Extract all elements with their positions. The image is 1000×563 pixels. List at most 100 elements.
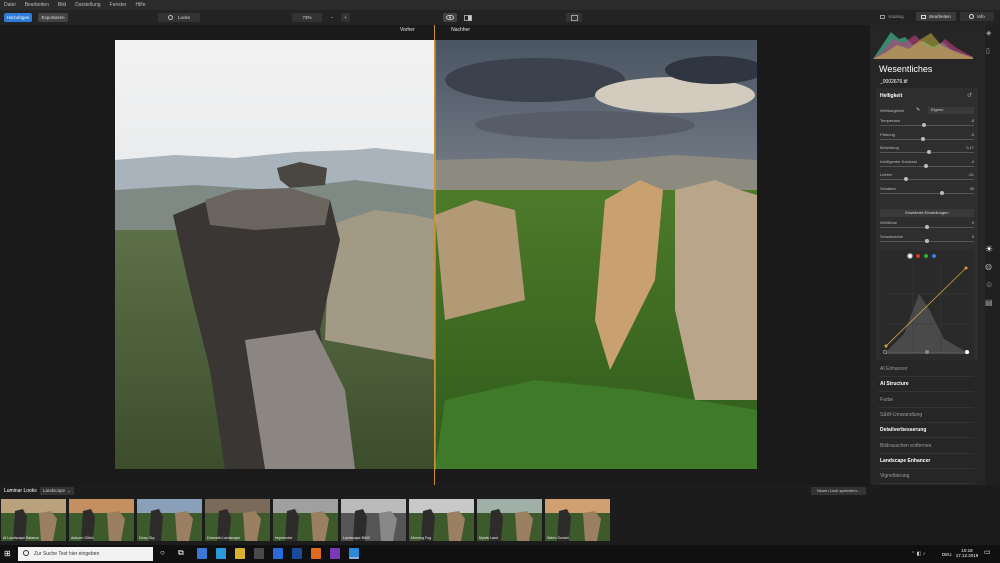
slider-knob[interactable]: [925, 225, 929, 229]
edge-icon[interactable]: [216, 548, 226, 559]
tone-curve[interactable]: [880, 250, 974, 360]
look-thumbnail[interactable]: Autumn Glitch: [69, 499, 134, 541]
tab-info[interactable]: Info: [960, 12, 994, 21]
look-name: AI Landscape Balance: [3, 536, 39, 540]
clock[interactable]: 10:18 17.12.2019: [955, 548, 979, 558]
section-title[interactable]: Helligkeit: [880, 93, 902, 99]
windows-start-icon[interactable]: ⊞: [4, 549, 11, 558]
look-thumbnail[interactable]: Impressive: [273, 499, 338, 541]
explorer-icon[interactable]: [235, 548, 245, 559]
curve-channel-dot[interactable]: [932, 254, 936, 258]
compare-split-icon[interactable]: [461, 13, 475, 22]
curve-mid-point[interactable]: [925, 350, 929, 354]
menu-bild[interactable]: Bild: [58, 2, 66, 8]
filter-divider: [878, 437, 974, 439]
outlook-icon[interactable]: [292, 548, 302, 559]
curve-channel-dot[interactable]: [924, 254, 928, 258]
mail-icon[interactable]: [273, 548, 283, 559]
look-thumbnail[interactable]: Deep Sky: [137, 499, 202, 541]
canvas-icon[interactable]: ▯: [986, 47, 990, 55]
photo-canvas[interactable]: [115, 40, 757, 469]
look-thumbnail[interactable]: Mystic Land: [477, 499, 542, 541]
slider-track[interactable]: [880, 138, 974, 140]
slider-knob[interactable]: [926, 150, 931, 154]
cortana-icon[interactable]: ○: [160, 548, 165, 557]
slider-färbung[interactable]: Färbung -9: [880, 132, 974, 143]
slider-track[interactable]: [880, 179, 974, 180]
slider-wei-töne[interactable]: Weißtöne 0: [880, 220, 974, 231]
menu-fenster[interactable]: Fenster: [110, 2, 127, 8]
slider-schwarztöne[interactable]: Schwarztöne 0: [880, 234, 974, 245]
eye-icon[interactable]: [443, 13, 457, 22]
look-preview: [205, 499, 270, 541]
filter-s-w-umwandlung[interactable]: S&W-Umwandlung: [880, 412, 922, 418]
slider-track[interactable]: [880, 125, 974, 126]
portrait-icon[interactable]: ☺: [985, 280, 993, 289]
luminar-icon[interactable]: [349, 548, 359, 559]
look-thumbnail[interactable]: Dramatic Landscape: [205, 499, 270, 541]
slider-knob[interactable]: [904, 177, 909, 181]
menu-hilfe[interactable]: Hilfe: [135, 2, 145, 8]
filter-bildrauschen-entfernen[interactable]: Bildrauschen entfernen: [880, 443, 931, 449]
curve-black-point[interactable]: [883, 350, 887, 354]
looks-button[interactable]: Looks: [158, 13, 200, 22]
professional-icon[interactable]: ▤: [985, 298, 993, 307]
zoom-in-button[interactable]: +: [341, 13, 350, 22]
filter-ai-structure[interactable]: AI Structure: [880, 381, 909, 387]
slider-schatten[interactable]: Schatten 35: [880, 186, 974, 197]
slider-lichter[interactable]: Lichter -51: [880, 172, 974, 183]
looks-title: Luminar Looks: [4, 488, 37, 494]
save-look-button[interactable]: Neuen Look speichern...: [811, 487, 866, 495]
advanced-settings-button[interactable]: Erweiterte Einstellungen: [880, 209, 974, 217]
filter-landscape-enhancer[interactable]: Landscape Enhancer: [880, 458, 930, 464]
essentials-icon[interactable]: ☀: [985, 244, 993, 255]
slider-belichtung[interactable]: Belichtung 0,17: [880, 145, 974, 156]
creative-icon[interactable]: ◍: [985, 262, 992, 271]
look-thumbnail[interactable]: Landscape B&W: [341, 499, 406, 541]
keyboard-lang[interactable]: DEU: [942, 552, 952, 557]
wb-select[interactable]: Eigene: [928, 107, 974, 114]
crop-icon[interactable]: [566, 13, 582, 22]
look-thumbnail[interactable]: AI Landscape Balance: [1, 499, 66, 541]
filter-detailverbesserung[interactable]: Detailverbesserung: [880, 427, 926, 433]
looks-category-select[interactable]: Landscape ⌄: [40, 487, 74, 495]
slider-intelligenter-kontrast[interactable]: Intelligenter Kontrast -4: [880, 159, 974, 170]
curve-channel-dot[interactable]: [916, 254, 920, 258]
filter-ai-enhancer[interactable]: AI Enhancer: [880, 366, 908, 372]
menu-darstellung[interactable]: Darstellung: [75, 2, 100, 8]
slider-track[interactable]: [880, 192, 974, 194]
filter-farbe[interactable]: Farbe: [880, 397, 893, 403]
curve-white-point[interactable]: [965, 350, 969, 354]
zoom-value[interactable]: 73%: [292, 13, 322, 22]
slider-knob[interactable]: [921, 136, 926, 141]
firefox-icon[interactable]: [311, 548, 321, 559]
slider-knob[interactable]: [925, 238, 929, 243]
look-thumbnail[interactable]: Morning Fog: [409, 499, 474, 541]
curve-channel-dot[interactable]: [907, 253, 913, 259]
notifications-icon[interactable]: ▭: [984, 548, 991, 556]
slider-knob[interactable]: [924, 163, 929, 168]
zoom-out-button[interactable]: –: [328, 13, 336, 22]
slider-temperatur[interactable]: Temperatur -8: [880, 118, 974, 129]
tab-katalog[interactable]: Katalog: [872, 12, 912, 21]
compare-divider[interactable]: [434, 25, 435, 485]
task-view-icon[interactable]: ⧉: [178, 548, 184, 558]
look-thumbnail[interactable]: Warm Sunset: [545, 499, 610, 541]
slider-knob[interactable]: [940, 190, 945, 195]
eyedropper-icon[interactable]: ✎: [916, 107, 920, 113]
menu-bearbeiten[interactable]: Bearbeiten: [25, 2, 49, 8]
import-button[interactable]: Hinzufügen: [4, 13, 32, 22]
store-icon[interactable]: [254, 548, 264, 559]
filter-vignettierung[interactable]: Vignettierung: [880, 473, 909, 479]
app-icon-2[interactable]: [330, 548, 340, 559]
menu-datei[interactable]: Datei: [4, 2, 16, 8]
slider-knob[interactable]: [922, 123, 927, 127]
tab-bearbeiten[interactable]: Bearbeiten: [916, 12, 956, 21]
export-button[interactable]: Exportieren: [38, 13, 68, 22]
reset-icon[interactable]: ↺: [967, 92, 972, 99]
layers-icon[interactable]: ◈: [986, 29, 991, 37]
taskbar-search[interactable]: Zur Suche Text hier eingeben: [18, 547, 153, 561]
slider-label: Schatten: [880, 185, 896, 191]
app-icon-1[interactable]: [197, 548, 207, 559]
system-tray[interactable]: ⌃ ◧ ♪: [911, 551, 925, 557]
